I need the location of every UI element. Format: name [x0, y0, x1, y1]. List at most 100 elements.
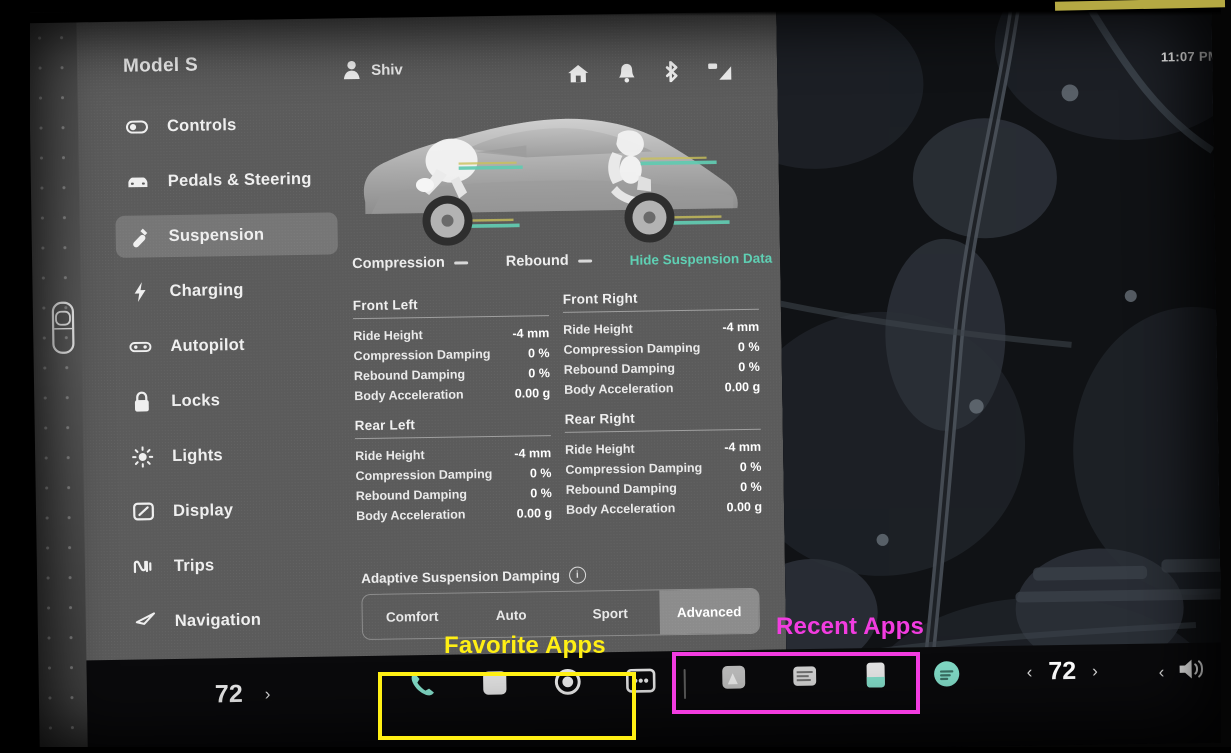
sidebar-item-navigation[interactable]: Navigation: [121, 597, 344, 642]
table-row: Body Acceleration 0.00 g: [356, 503, 552, 526]
row-value: 0 %: [740, 479, 762, 495]
sidebar-item-pedals-steering[interactable]: Pedals & Steering: [115, 157, 338, 202]
profile-button[interactable]: Shiv: [342, 59, 403, 80]
sidebar-item-label: Autopilot: [170, 335, 245, 355]
table-row: Body Acceleration 0.00 g: [564, 377, 760, 400]
status-icon-tray: [567, 60, 732, 84]
row-value: 0 %: [527, 346, 550, 361]
corner-divider: [562, 308, 759, 313]
camera-app-icon[interactable]: [551, 665, 586, 700]
bottom-app-bar: 72 › ‹ 72 › ‹: [86, 642, 1223, 753]
row-value: -4 mm: [512, 326, 550, 341]
car-front-icon: [127, 170, 149, 192]
row-label: Body Acceleration: [356, 507, 466, 524]
row-value: 0 %: [739, 459, 762, 475]
row-label: Ride Height: [563, 321, 633, 337]
adaptive-suspension-damping-section: Adaptive Suspension Damping i Comfort Au…: [361, 564, 761, 641]
row-label: Ride Height: [353, 328, 423, 344]
map-terrain: [776, 4, 1223, 712]
recent-app-3-icon[interactable]: [858, 658, 893, 693]
sidebar-item-label: Display: [172, 500, 234, 520]
passenger-temp-increase-chevron[interactable]: ›: [265, 684, 271, 704]
sidebar-item-locks[interactable]: Locks: [118, 377, 341, 422]
corner-rear-left: Rear Left Ride Height -4 mm Compression D…: [354, 407, 553, 526]
sidebar-item-trips[interactable]: Trips: [121, 542, 344, 587]
temp-increase-chevron[interactable]: ›: [1092, 661, 1098, 681]
row-label: Compression Damping: [353, 347, 491, 364]
row-label: Body Acceleration: [354, 387, 464, 404]
row-label: Body Acceleration: [565, 501, 676, 517]
adaptive-damping-segmented-control: Comfort Auto Sport Advanced: [361, 587, 761, 641]
sidebar-item-label: Suspension: [168, 225, 265, 245]
corner-divider: [353, 315, 550, 320]
clock: 11:07 PM: [1160, 48, 1220, 65]
corner-rear-right: Rear Right Ride Height -4 mm Compression …: [564, 401, 763, 520]
navigation-arrow-icon: [134, 610, 156, 632]
sidebar-item-charging[interactable]: Charging: [116, 267, 339, 312]
row-value: 0 %: [530, 486, 552, 501]
odometer-icon: [133, 555, 155, 577]
sidebar-item-autopilot[interactable]: Autopilot: [117, 322, 340, 367]
hide-suspension-data-link[interactable]: Hide Suspension Data: [630, 250, 773, 267]
app-tray-divider: [683, 668, 687, 700]
row-label: Ride Height: [355, 448, 425, 464]
sidebar-item-lights[interactable]: Lights: [119, 432, 342, 477]
more-apps-icon[interactable]: [623, 663, 658, 698]
photo-of-tesla-touchscreen: Model S Shiv Controls Pedals & Steering …: [0, 0, 1231, 753]
display-icon: [132, 500, 154, 522]
photo-right-edge: [1221, 0, 1231, 753]
volume-decrease-chevron[interactable]: ‹: [1159, 662, 1165, 682]
row-value: 0 %: [529, 466, 552, 481]
segment-comfort[interactable]: Comfort: [362, 594, 462, 640]
corner-divider: [564, 428, 761, 433]
lte-signal-icon[interactable]: [708, 61, 732, 81]
table-row: Body Acceleration 0.00 g: [354, 383, 550, 406]
suspension-data-grid: Front Left Ride Height -4 mm Compression …: [353, 284, 763, 526]
navigation-map[interactable]: 11:07 PM: [776, 4, 1223, 712]
passenger-temperature-value: 72: [214, 679, 243, 709]
recent-app-4-icon[interactable]: [929, 657, 964, 692]
car-topdown-icon: [51, 301, 75, 354]
sidebar-item-label: Pedals & Steering: [167, 169, 312, 190]
sun-icon: [131, 445, 153, 468]
volume-control: ‹ ›: [1158, 657, 1223, 687]
sidebar-item-display[interactable]: Display: [120, 487, 343, 532]
speaker-icon[interactable]: [1177, 657, 1207, 686]
tesla-touchscreen: Model S Shiv Controls Pedals & Steering …: [16, 0, 1223, 753]
legend-compression-label: Compression: [352, 254, 445, 273]
corner-title: Rear Right: [564, 410, 636, 427]
recent-app-2-icon[interactable]: [787, 659, 822, 694]
segment-sport[interactable]: Sport: [560, 590, 660, 636]
suspension-settings-panel: Model S Shiv Controls Pedals & Steering …: [76, 11, 815, 740]
temp-decrease-chevron[interactable]: ‹: [1027, 662, 1033, 682]
sidebar-item-controls[interactable]: Controls: [114, 102, 337, 147]
legend-rebound-swatch: [577, 258, 592, 263]
info-icon[interactable]: i: [568, 566, 587, 584]
sidebar-item-suspension[interactable]: Suspension: [115, 212, 339, 258]
adaptive-damping-title: Adaptive Suspension Damping: [361, 567, 560, 587]
photo-top-edge: [0, 0, 1231, 16]
table-row: Ride Height -4 mm: [355, 443, 551, 466]
segment-advanced[interactable]: Advanced: [659, 588, 760, 635]
passenger-temperature-control[interactable]: 72 ›: [215, 680, 271, 710]
corner-front-left: Front Left Ride Height -4 mm Compression …: [353, 287, 551, 406]
row-value: -4 mm: [724, 439, 762, 455]
phone-app-icon[interactable]: [405, 667, 440, 702]
bell-icon[interactable]: [618, 62, 635, 83]
legend-compression-swatch: [453, 260, 468, 265]
sidebar-item-label: Navigation: [174, 610, 262, 630]
home-icon[interactable]: [567, 63, 589, 83]
profile-name: Shiv: [370, 60, 403, 79]
corner-title: Front Right: [562, 290, 638, 307]
row-label: Body Acceleration: [564, 381, 674, 397]
lock-icon: [130, 390, 152, 412]
table-row: Ride Height -4 mm: [565, 437, 761, 460]
toggle-switch-icon: [125, 115, 148, 137]
bluetooth-icon[interactable]: [664, 61, 679, 83]
segment-auto[interactable]: Auto: [461, 592, 561, 638]
corner-title: Front Left: [352, 297, 418, 314]
row-value: 0.00 g: [514, 386, 551, 401]
recent-app-1-icon[interactable]: [716, 660, 751, 695]
sidebar-item-label: Trips: [173, 555, 215, 575]
media-app-icon[interactable]: [478, 666, 513, 701]
